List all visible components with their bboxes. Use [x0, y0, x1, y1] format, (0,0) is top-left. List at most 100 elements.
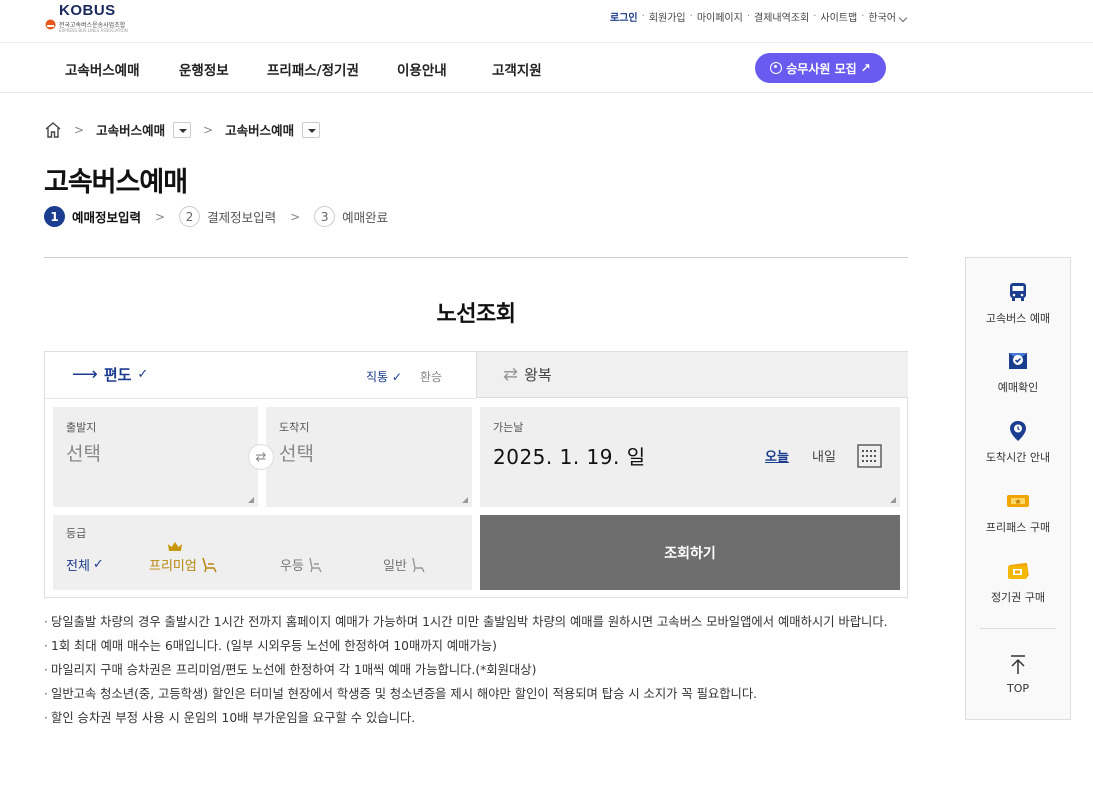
seat-icon: [202, 557, 217, 572]
quick-arrival-time[interactable]: 도착시간 안내: [966, 419, 1070, 465]
notice-item: 마일리지 구매 승차권은 프리미엄/편도 노선에 한정하여 각 1매씩 예매 가…: [44, 660, 908, 680]
scroll-top-button[interactable]: TOP: [966, 652, 1070, 695]
breadcrumb-dropdown-icon[interactable]: [173, 121, 192, 138]
quick-label: 예매확인: [997, 381, 1039, 394]
grade-premium-option[interactable]: 프리미엄: [149, 555, 220, 574]
departure-field[interactable]: 출발지 선택: [53, 407, 258, 507]
home-icon[interactable]: [44, 121, 62, 139]
logo[interactable]: KOBUS 전국고속버스운송사업조합 EXPRESS BUS LINES ASS…: [45, 2, 135, 34]
swap-icon: ⇄: [255, 449, 267, 465]
today-button[interactable]: 오늘: [765, 446, 789, 465]
language-select[interactable]: 한국어: [867, 9, 908, 24]
bus-icon: [1010, 283, 1026, 301]
notice-item: 일반고속 청소년(중, 고등학생) 할인은 터미널 현장에서 학생증 및 청소년…: [44, 684, 908, 704]
tab-roundtrip[interactable]: ⇄ 왕복: [476, 352, 908, 398]
user-icon: [770, 62, 783, 74]
grade-caption: 등급: [66, 527, 87, 540]
breadcrumb-dropdown-icon[interactable]: [302, 121, 321, 138]
quick-bus-reservation[interactable]: 고속버스 예매: [966, 280, 1070, 326]
grade-excellent-text: 우등: [280, 559, 304, 574]
date-value: 2025. 1. 19. 일: [493, 445, 646, 469]
step-label: 결제정보입력: [207, 210, 277, 225]
date-field[interactable]: 가는날 2025. 1. 19. 일 오늘 내일: [480, 407, 900, 507]
route-transfer-option[interactable]: 환승: [420, 368, 442, 385]
notice-item: 당일출발 차량의 경우 출발시간 1시간 전까지 홈페이지 예매가 가능하며 1…: [44, 612, 908, 632]
separator: ·: [813, 11, 817, 22]
breadcrumb-level2[interactable]: 고속버스예매: [225, 120, 294, 139]
arrival-field[interactable]: 도착지 선택: [266, 407, 472, 507]
grade-premium-text: 프리미엄: [149, 559, 197, 574]
separator: ·: [746, 11, 750, 22]
notice-item: 1회 최대 예매 매수는 6매입니다. (일부 시외우등 노선에 한정하여 10…: [44, 636, 908, 656]
grade-normal-text: 일반: [383, 559, 407, 574]
quick-season-ticket[interactable]: 정기권 구매: [966, 559, 1070, 605]
quick-label: 고속버스 예매: [985, 312, 1051, 325]
ticket-check-icon: [1009, 353, 1027, 369]
step-number: 1: [44, 206, 65, 227]
seat-icon: [309, 557, 322, 572]
page-title: 고속버스예매: [44, 167, 188, 198]
tomorrow-button[interactable]: 내일: [812, 446, 836, 465]
logo-text: KOBUS: [59, 2, 116, 19]
route-search-box: ⟶ 편도 ✓ 직통 ✓ 환승 ⇄ 왕복 출발지 선택 도착지 선택 ⇄ 가는날 …: [44, 351, 908, 598]
quick-label: 정기권 구매: [990, 591, 1046, 604]
step-label: 예매정보입력: [72, 210, 142, 225]
language-label: 한국어: [868, 13, 896, 24]
corner-mark-icon: [890, 497, 896, 503]
top-label: TOP: [1006, 682, 1029, 695]
oneway-text: 편도: [103, 366, 132, 384]
tab-oneway-label: ⟶ 편도 ✓: [72, 364, 148, 385]
separator: ·: [861, 11, 865, 22]
logo-mark-icon: [45, 19, 56, 30]
tab-roundtrip-label: ⇄ 왕복: [503, 364, 552, 385]
recruit-button[interactable]: 승무사원 모집 ↗: [755, 53, 886, 83]
signup-link[interactable]: 회원가입: [648, 9, 687, 24]
nav-operation-info[interactable]: 운행정보: [179, 59, 229, 79]
route-direct-option[interactable]: 직통 ✓: [366, 368, 402, 385]
grade-all-option[interactable]: 전체 ✓: [66, 555, 104, 574]
breadcrumb-separator: >: [74, 122, 85, 137]
quick-reservation-check[interactable]: 예매확인: [966, 349, 1070, 395]
nav-freepass[interactable]: 프리패스/정기권: [267, 59, 359, 79]
quick-label: 프리패스 구매: [985, 521, 1051, 534]
separator: ·: [689, 11, 693, 22]
grade-normal-option[interactable]: 일반: [383, 555, 428, 574]
sitemap-link[interactable]: 사이트맵: [819, 9, 858, 24]
notice-item: 할인 승차권 부정 사용 시 운임의 10배 부가운임을 요구할 수 있습니다.: [44, 708, 908, 728]
corner-mark-icon: [248, 497, 254, 503]
payment-history-link[interactable]: 결제내역조회: [753, 9, 810, 24]
step-indicator: 1 예매정보입력 > 2 결제정보입력 > 3 예매완료: [44, 206, 388, 227]
quick-freepass[interactable]: 프리패스 구매: [966, 489, 1070, 535]
grade-all-text: 전체: [66, 559, 90, 574]
grade-excellent-option[interactable]: 우등: [280, 555, 325, 574]
step-separator: >: [155, 209, 166, 224]
swap-locations-button[interactable]: ⇄: [248, 444, 274, 470]
quick-divider: [980, 628, 1056, 629]
step-separator: >: [290, 209, 301, 224]
search-button[interactable]: 조회하기: [480, 515, 900, 590]
seat-icon: [412, 557, 425, 572]
arrow-up-icon: [1011, 655, 1025, 674]
main-nav: 고속버스예매 운행정보 프리패스/정기권 이용안내 고객지원: [0, 43, 1093, 93]
separator: ·: [641, 11, 645, 22]
arrow-right-icon: ⟶: [72, 364, 98, 385]
crown-icon: [168, 542, 182, 551]
season-ticket-icon: [1008, 562, 1029, 579]
nav-bus-reservation[interactable]: 고속버스예매: [65, 59, 140, 79]
nav-support[interactable]: 고객지원: [492, 59, 542, 79]
breadcrumb-level1[interactable]: 고속버스예매: [96, 120, 165, 139]
top-bar: KOBUS 전국고속버스운송사업조합 EXPRESS BUS LINES ASS…: [0, 0, 1093, 43]
arrival-caption: 도착지: [279, 421, 310, 434]
nav-guide[interactable]: 이용안내: [397, 59, 447, 79]
breadcrumb-separator: >: [203, 122, 214, 137]
corner-mark-icon: [462, 497, 468, 503]
notice-list: 당일출발 차량의 경우 출발시간 1시간 전까지 홈페이지 예매가 가능하며 1…: [44, 612, 908, 732]
tab-oneway[interactable]: ⟶ 편도 ✓ 직통 ✓ 환승: [45, 352, 476, 398]
calendar-icon[interactable]: [857, 444, 882, 468]
divider: [44, 257, 908, 258]
step-number: 2: [179, 206, 201, 227]
login-link[interactable]: 로그인: [609, 9, 639, 24]
date-caption: 가는날: [493, 421, 524, 434]
breadcrumb: > 고속버스예매 > 고속버스예매: [44, 120, 321, 139]
mypage-link[interactable]: 마이페이지: [696, 9, 744, 24]
